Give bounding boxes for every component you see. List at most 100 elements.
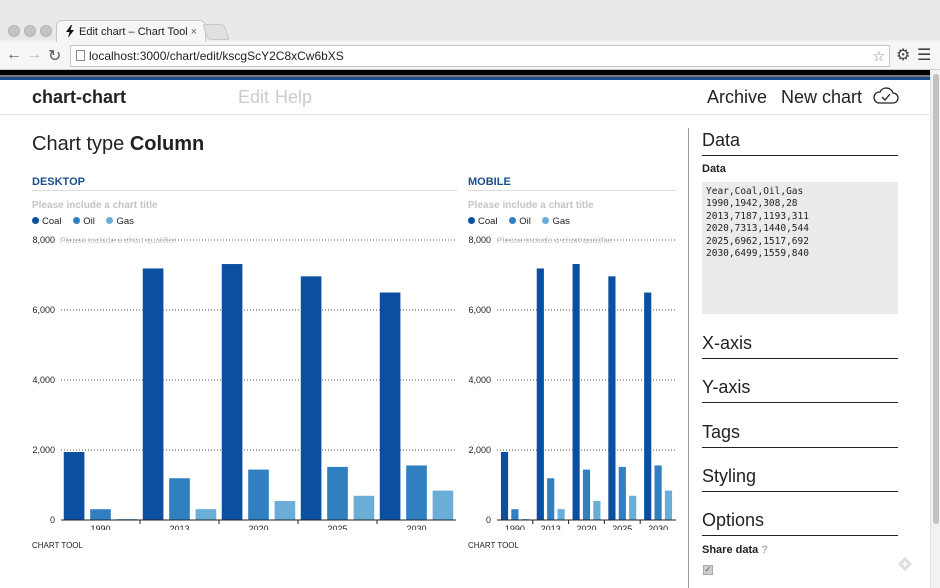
desktop-legend: Coal Oil Gas — [32, 216, 143, 227]
x-tick-label: 2013 — [169, 524, 189, 530]
browser-chrome: Edit chart – Chart Tool × ← → ↻ localhos… — [0, 0, 940, 70]
address-bar[interactable]: localhost:3000/chart/edit/kscgScY2C8xCw6… — [70, 45, 890, 67]
x-tick-label: 1990 — [90, 524, 110, 530]
y-tick-label: 8,000 — [468, 235, 491, 245]
x-tick-label: 2025 — [327, 524, 347, 530]
styling-section-heading[interactable]: Styling — [702, 466, 898, 492]
x-tick-label: 2020 — [576, 524, 596, 530]
legend-item-coal: Coal — [32, 216, 62, 227]
legend-oil-label: Oil — [519, 216, 531, 227]
nav-edit-link[interactable]: Edit — [238, 87, 269, 108]
mobile-chart-title[interactable]: Please include a chart title — [468, 200, 594, 211]
bar-coal — [608, 276, 616, 520]
desktop-chart: 0 2,000 4,000 6,000 8,000 Please include a ch… — [32, 235, 456, 530]
xaxis-section-heading[interactable]: X-axis — [702, 333, 898, 359]
page-icon — [76, 50, 85, 61]
bar-oil — [406, 465, 427, 520]
x-tick-label: 2013 — [541, 524, 561, 530]
legend-item-oil: Oil — [73, 216, 95, 227]
close-tab-icon[interactable]: × — [191, 21, 197, 43]
feedback-icon[interactable] — [897, 556, 913, 572]
bar-gas — [629, 495, 637, 520]
oil-swatch — [73, 217, 81, 224]
bar-gas — [664, 490, 673, 520]
bar-gas — [274, 500, 296, 520]
bar-oil — [618, 466, 626, 520]
yaxis-section-heading[interactable]: Y-axis — [702, 377, 898, 403]
bar-oil — [511, 509, 519, 520]
bar-gas — [593, 500, 601, 520]
desktop-credit: CHART TOOL — [32, 541, 83, 550]
mobile-chart: 0 2,000 4,000 6,000 8,000 Please include a ch… — [468, 235, 676, 530]
y-tick-label: 0 — [50, 515, 55, 525]
bar-coal — [142, 268, 164, 520]
oil-swatch — [509, 217, 517, 224]
close-window-button[interactable] — [8, 25, 20, 37]
y-tick-label: 2,000 — [32, 445, 55, 455]
nav-new-chart-link[interactable]: New chart — [781, 87, 862, 108]
bar-oil — [654, 465, 662, 520]
back-arrow-icon[interactable]: ← — [6, 46, 22, 64]
bar-coal — [379, 292, 401, 520]
reload-icon[interactable]: ↻ — [48, 46, 61, 66]
bar-coal — [63, 452, 85, 520]
forward-arrow-icon[interactable]: → — [26, 46, 42, 64]
data-section-heading[interactable]: Data — [702, 130, 898, 156]
chart-qualifier: Please include a chart qualifier — [497, 235, 613, 245]
legend-oil-label: Oil — [83, 216, 95, 227]
page-scrollbar[interactable] — [930, 70, 940, 588]
zoom-window-button[interactable] — [40, 25, 52, 37]
bar-oil — [547, 478, 555, 520]
data-input[interactable]: Year,Coal,Oil,Gas 1990,1942,308,28 2013,… — [702, 182, 898, 314]
gas-swatch — [106, 217, 114, 224]
cloud-saved-icon[interactable] — [873, 86, 899, 106]
options-section-heading[interactable]: Options — [702, 510, 898, 536]
extension-gear-icon[interactable]: ⚙ — [896, 45, 910, 65]
bar-oil — [248, 469, 269, 520]
coal-swatch — [468, 217, 475, 224]
lightning-icon — [66, 25, 74, 38]
editor-sidebar: Data Data Year,Coal,Oil,Gas 1990,1942,30… — [688, 128, 930, 588]
x-tick-label: 2020 — [248, 524, 268, 530]
chart-type-label: Chart type — [32, 133, 125, 155]
legend-gas-label: Gas — [552, 216, 570, 227]
browser-tab[interactable]: Edit chart – Chart Tool × — [56, 20, 206, 42]
scrollbar-thumb[interactable] — [933, 74, 939, 524]
y-tick-label: 6,000 — [468, 305, 491, 315]
share-data-text: Share data — [702, 544, 759, 556]
y-tick-label: 6,000 — [32, 305, 55, 315]
gas-swatch — [542, 217, 550, 224]
menu-icon[interactable]: ☰ — [917, 45, 931, 65]
legend-item-gas: Gas — [106, 216, 134, 227]
nav-help-link[interactable]: Help — [275, 87, 312, 108]
bar-oil — [582, 469, 591, 520]
bar-oil — [327, 466, 348, 520]
mobile-legend: Coal Oil Gas — [468, 216, 579, 227]
y-tick-label: 8,000 — [32, 235, 55, 245]
chart-type-value: Column — [129, 133, 205, 155]
y-tick-label: 4,000 — [468, 375, 491, 385]
legend-item-gas: Gas — [542, 216, 570, 227]
share-data-checkbox[interactable]: ✓ — [703, 565, 713, 575]
legend-item-oil: Oil — [509, 216, 531, 227]
share-data-label: Share data? — [702, 544, 768, 556]
help-icon[interactable]: ? — [761, 544, 768, 556]
bookmark-star-icon[interactable]: ☆ — [872, 46, 885, 66]
data-field-label: Data — [702, 163, 726, 175]
bar-coal — [572, 264, 580, 520]
minimize-window-button[interactable] — [24, 25, 36, 37]
bar-coal — [221, 264, 243, 520]
tags-section-heading[interactable]: Tags — [702, 422, 898, 448]
bar-coal — [536, 268, 544, 520]
bar-coal — [300, 276, 322, 520]
brand-logo[interactable]: chart-chart — [32, 87, 126, 108]
bar-oil — [169, 478, 190, 520]
browser-tab-title: Edit chart – Chart Tool — [79, 26, 188, 38]
legend-coal-label: Coal — [42, 216, 62, 227]
x-tick-label: 2025 — [612, 524, 632, 530]
bar-oil — [90, 509, 111, 520]
mobile-credit: CHART TOOL — [468, 541, 519, 550]
y-tick-label: 0 — [486, 515, 491, 525]
nav-archive-link[interactable]: Archive — [707, 87, 767, 108]
desktop-chart-title[interactable]: Please include a chart title — [32, 200, 158, 211]
